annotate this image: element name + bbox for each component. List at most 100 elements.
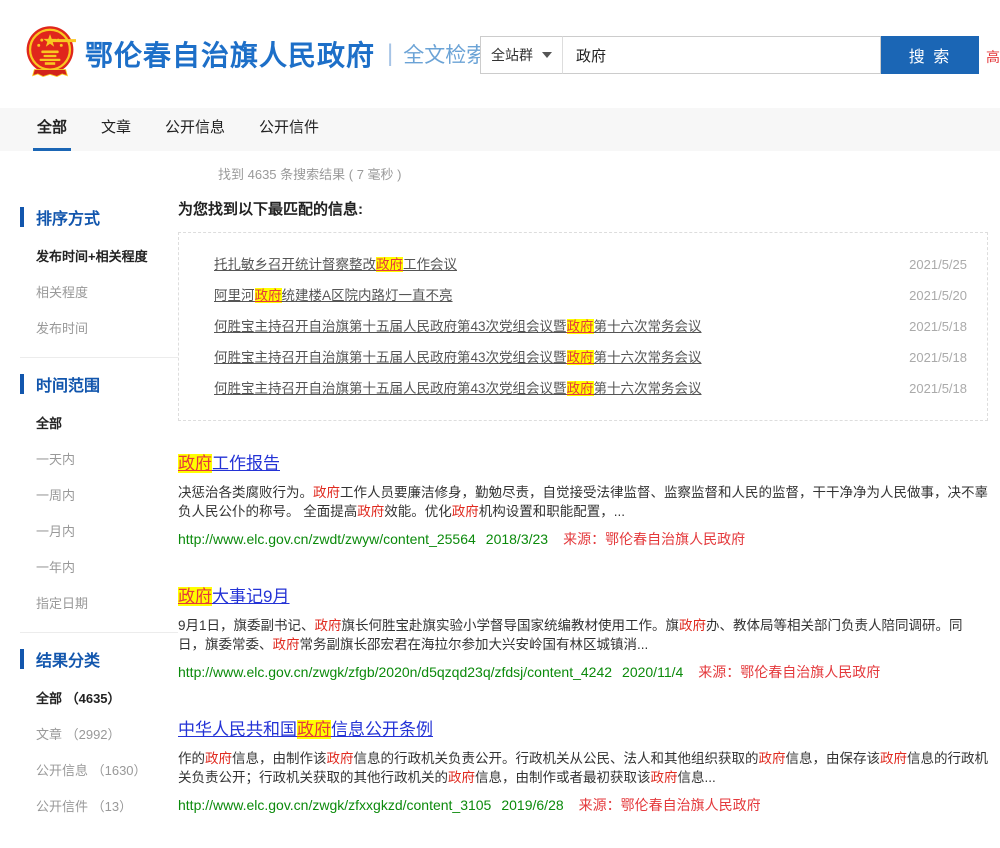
- result-date: 2018/3/23: [486, 531, 548, 547]
- tab-public-info[interactable]: 公开信息: [161, 108, 229, 151]
- best-match-link[interactable]: 何胜宝主持召开自治旗第十五届人民政府第43次党组会议暨政府第十六次常务会议: [214, 315, 702, 335]
- keyword-highlight: 政府: [567, 350, 594, 365]
- text-part: 托扎敏乡召开统计督察整改: [214, 257, 376, 272]
- search-scope-select[interactable]: 全站群: [480, 36, 563, 74]
- result-title-link[interactable]: 政府工作报告: [178, 454, 280, 473]
- results-list: 政府工作报告决惩治各类腐败行为。政府工作人员要廉洁修身，勤勉尽责，自觉接受法律监…: [178, 449, 988, 815]
- sidebar-section-title: 时间范围: [20, 372, 178, 396]
- result-meta: http://www.elc.gov.cn/zwdt/zwyw/content_…: [178, 529, 988, 549]
- text-part: 常务副旗长邵宏君在海拉尔参加大兴安岭国有林区城镇消...: [300, 637, 649, 652]
- result-url-link[interactable]: http://www.elc.gov.cn/zwdt/zwyw/content_…: [178, 531, 476, 547]
- keyword-highlight: 政府: [327, 751, 354, 766]
- result-url-link[interactable]: http://www.elc.gov.cn/zwgk/zfgb/2020n/d5…: [178, 664, 612, 680]
- keyword-highlight: 政府: [273, 637, 300, 652]
- sidebar-filter-item[interactable]: 一年内: [36, 557, 178, 576]
- result-url-link[interactable]: http://www.elc.gov.cn/zwgk/zfxxgkzd/cont…: [178, 797, 491, 813]
- text-part: 工作报告: [212, 454, 280, 473]
- sidebar-filter-item[interactable]: 一周内: [36, 485, 178, 504]
- sidebar-filter-item[interactable]: 公开信件 （13）: [36, 796, 178, 815]
- content-area: 排序方式发布时间+相关程度相关程度发布时间时间范围全部一天内一周内一月内一年内指…: [0, 189, 1000, 848]
- search-button[interactable]: 搜 索: [881, 36, 979, 74]
- keyword-highlight: 政府: [255, 288, 282, 303]
- keyword-highlight: 政府: [452, 504, 479, 519]
- sidebar-section-title: 排序方式: [20, 205, 178, 229]
- result-title-link[interactable]: 中华人民共和国政府信息公开条例: [178, 720, 433, 739]
- text-part: 旗长何胜宝赴旗实验小学督导国家统编教材使用工作。旗: [342, 618, 680, 633]
- keyword-highlight: 政府: [759, 751, 786, 766]
- sidebar-section-title-text: 时间范围: [36, 372, 100, 396]
- title-separator: |: [387, 40, 393, 68]
- result-meta: http://www.elc.gov.cn/zwgk/zfgb/2020n/d5…: [178, 662, 988, 682]
- result-date: 2020/11/4: [622, 664, 683, 680]
- search-result: 政府大事记9月9月1日，旗委副书记、政府旗长何胜宝赴旗实验小学督导国家统编教材使…: [178, 582, 988, 682]
- sidebar-filter-item[interactable]: 全部: [36, 413, 178, 432]
- best-match-date: 2021/5/18: [909, 350, 967, 365]
- best-match-link[interactable]: 阿里河政府统建楼A区院内路灯一直不亮: [214, 284, 453, 304]
- sidebar-filter-item[interactable]: 全部 （4635）: [36, 688, 178, 707]
- keyword-highlight: 政府: [567, 319, 594, 334]
- keyword-highlight: 政府: [357, 504, 384, 519]
- sidebar-filter-item[interactable]: 一月内: [36, 521, 178, 540]
- keyword-highlight: 政府: [376, 257, 403, 272]
- search-scope-value: 全站群: [491, 45, 533, 65]
- section-accent-bar: [20, 374, 24, 394]
- sidebar-filter-item[interactable]: 公开信息 （1630）: [36, 760, 178, 779]
- best-match-link[interactable]: 托扎敏乡召开统计督察整改政府工作会议: [214, 253, 457, 273]
- sidebar-section-time-range: 时间范围全部一天内一周内一月内一年内指定日期: [20, 357, 178, 632]
- search-input[interactable]: [563, 36, 881, 74]
- keyword-highlight: 政府: [178, 454, 212, 473]
- text-part: 效能。优化: [384, 504, 452, 519]
- best-match-date: 2021/5/18: [909, 319, 967, 334]
- tab-article[interactable]: 文章: [97, 108, 135, 151]
- sidebar: 排序方式发布时间+相关程度相关程度发布时间时间范围全部一天内一周内一月内一年内指…: [0, 201, 178, 835]
- text-part: 信息，由制作或者最初获取该: [475, 770, 651, 785]
- tab-all[interactable]: 全部: [33, 108, 71, 151]
- section-accent-bar: [20, 207, 24, 227]
- tab-public-letter[interactable]: 公开信件: [255, 108, 323, 151]
- text-part: 信息公开条例: [331, 720, 433, 739]
- text-part: 统建楼A区院内路灯一直不亮: [282, 288, 453, 303]
- keyword-highlight: 政府: [651, 770, 678, 785]
- text-part: 何胜宝主持召开自治旗第十五届人民政府第43次党组会议暨: [214, 319, 567, 334]
- text-part: 作的: [178, 751, 205, 766]
- sidebar-filter-item[interactable]: 一天内: [36, 449, 178, 468]
- text-part: 大事记9月: [212, 587, 289, 606]
- keyword-highlight: 政府: [448, 770, 475, 785]
- sidebar-section-sort: 排序方式发布时间+相关程度相关程度发布时间: [20, 201, 178, 357]
- text-part: 信息，由保存该: [786, 751, 881, 766]
- text-part: 何胜宝主持召开自治旗第十五届人民政府第43次党组会议暨: [214, 381, 567, 396]
- keyword-highlight: 政府: [880, 751, 907, 766]
- result-date: 2019/6/28: [501, 797, 563, 813]
- result-snippet: 9月1日，旗委副书记、政府旗长何胜宝赴旗实验小学督导国家统编教材使用工作。旗政府…: [178, 616, 988, 654]
- national-emblem-logo: [24, 24, 76, 84]
- sidebar-filter-item[interactable]: 相关程度: [36, 282, 178, 301]
- section-accent-bar: [20, 649, 24, 669]
- keyword-highlight: 政府: [313, 485, 340, 500]
- national-emblem-icon: [24, 24, 76, 84]
- best-match-list: 托扎敏乡召开统计督察整改政府工作会议2021/5/25 阿里河政府统建楼A区院内路…: [178, 232, 988, 421]
- text-part: 9月1日，旗委副书记、: [178, 618, 315, 633]
- main-results-area: 为您找到以下最匹配的信息: 托扎敏乡召开统计督察整改政府工作会议2021/5/2…: [178, 189, 1000, 848]
- keyword-highlight: 政府: [679, 618, 706, 633]
- best-match-row: 何胜宝主持召开自治旗第十五届人民政府第43次党组会议暨政府第十六次常务会议 202…: [214, 315, 967, 335]
- best-match-link[interactable]: 何胜宝主持召开自治旗第十五届人民政府第43次党组会议暨政府第十六次常务会议: [214, 377, 702, 397]
- text-part: 信息的行政机关负责公开。行政机关从公民、法人和其他组织获取的: [354, 751, 759, 766]
- best-match-link[interactable]: 何胜宝主持召开自治旗第十五届人民政府第43次党组会议暨政府第十六次常务会议: [214, 346, 702, 366]
- sidebar-filter-item[interactable]: 发布时间: [36, 318, 178, 337]
- best-match-heading: 为您找到以下最匹配的信息:: [178, 198, 988, 219]
- sidebar-section-title: 结果分类: [20, 647, 178, 671]
- text-part: 第十六次常务会议: [594, 350, 702, 365]
- sidebar-filter-item[interactable]: 发布时间+相关程度: [36, 246, 178, 265]
- sidebar-filter-item[interactable]: 指定日期: [36, 593, 178, 612]
- result-snippet: 作的政府信息，由制作该政府信息的行政机关负责公开。行政机关从公民、法人和其他组织…: [178, 749, 988, 787]
- result-title-link[interactable]: 政府大事记9月: [178, 587, 289, 606]
- result-meta: http://www.elc.gov.cn/zwgk/zfxxgkzd/cont…: [178, 795, 988, 815]
- best-match-row: 托扎敏乡召开统计督察整改政府工作会议2021/5/25: [214, 253, 967, 273]
- sidebar-section-title-text: 排序方式: [36, 205, 100, 229]
- advanced-search-link[interactable]: 高级搜索: [986, 47, 1000, 67]
- best-match-row: 何胜宝主持召开自治旗第十五届人民政府第43次党组会议暨政府第十六次常务会议202…: [214, 377, 967, 397]
- site-title: 鄂伦春自治旗人民政府: [85, 34, 375, 74]
- result-snippet: 决惩治各类腐败行为。政府工作人员要廉洁修身，勤勉尽责，自觉接受法律监督、监察监督…: [178, 483, 988, 521]
- result-source: 来源：鄂伦春自治旗人民政府: [579, 797, 761, 813]
- sidebar-filter-item[interactable]: 文章 （2992）: [36, 724, 178, 743]
